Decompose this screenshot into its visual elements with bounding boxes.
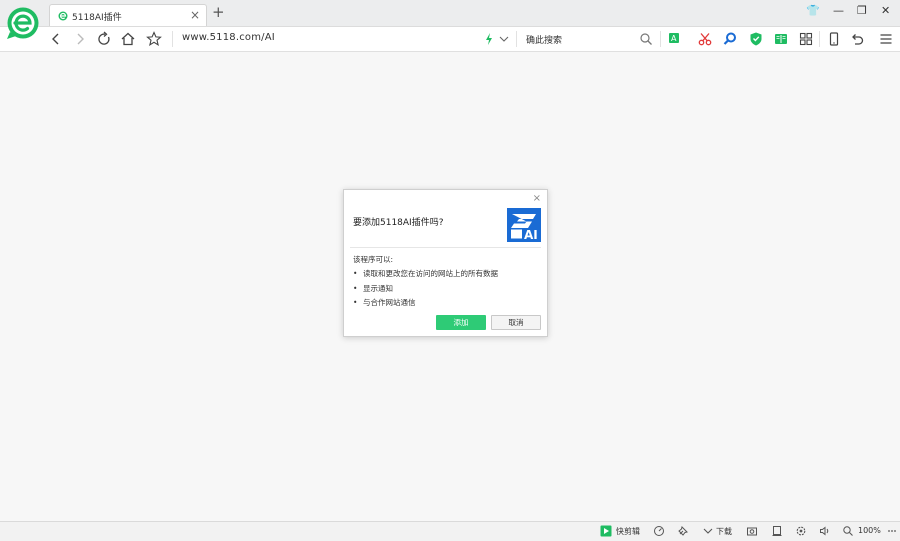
extensions-separator <box>660 31 661 47</box>
dialog-close-icon[interactable]: × <box>533 193 541 204</box>
5118ai-logo-icon: AI <box>507 208 541 242</box>
new-tab-button[interactable]: + <box>212 5 225 20</box>
close-window-button[interactable]: ✕ <box>881 5 890 17</box>
magnifier-tool-icon[interactable] <box>722 31 738 47</box>
tab-close-icon[interactable]: × <box>190 8 200 22</box>
tools-separator <box>819 31 820 47</box>
download-arrow-icon[interactable] <box>702 525 714 537</box>
apps-grid-icon[interactable] <box>798 31 814 47</box>
speed-icon[interactable] <box>653 525 665 537</box>
permission-item: • 读取和更改您在访问的网站上的所有数据 <box>353 268 498 279</box>
permission-text: 与合作网站通信 <box>363 298 416 307</box>
dialog-divider <box>350 247 541 248</box>
cancel-button[interactable]: 取消 <box>491 315 541 330</box>
download-label[interactable]: 下载 <box>716 526 732 537</box>
scissors-icon[interactable] <box>697 31 713 47</box>
search-separator <box>516 31 517 47</box>
back-icon[interactable] <box>48 31 64 47</box>
menu-icon[interactable] <box>878 31 894 47</box>
toolbar: www.5118.com/AI 确此搜索 A <box>0 27 900 52</box>
refresh-icon[interactable] <box>96 31 112 47</box>
tab-title: 5118AI插件 <box>72 13 122 23</box>
camera-icon[interactable] <box>746 525 758 537</box>
dialog-subheading: 该程序可以: <box>353 255 394 264</box>
tab-bar: 5118AI插件 × + 👕 — ❐ ✕ <box>0 0 900 39</box>
more-icon[interactable] <box>886 525 898 537</box>
bullet: • <box>353 284 358 293</box>
bullet: • <box>353 269 358 278</box>
toolbar-separator <box>172 31 173 47</box>
svg-text:AI: AI <box>524 228 538 242</box>
favicon-icon <box>58 11 68 21</box>
undo-icon[interactable] <box>849 31 865 47</box>
permission-item: • 显示通知 <box>353 283 393 294</box>
permission-text: 读取和更改您在访问的网站上的所有数据 <box>363 269 498 278</box>
home-icon[interactable] <box>120 31 136 47</box>
minimize-button[interactable]: — <box>833 5 844 17</box>
maximize-button[interactable]: ❐ <box>857 5 867 17</box>
skin-icon[interactable]: 👕 <box>806 5 820 17</box>
zoom-icon[interactable] <box>842 525 854 537</box>
svg-text:A: A <box>671 34 677 43</box>
permission-item: • 与合作网站通信 <box>353 297 416 308</box>
settings-icon[interactable] <box>795 525 807 537</box>
search-input[interactable]: 确此搜索 <box>526 33 562 46</box>
dialog-heading: 要添加5118AI插件吗? <box>353 218 444 228</box>
browser-logo-icon[interactable] <box>6 6 40 40</box>
pin-icon[interactable] <box>677 525 689 537</box>
reader-book-icon[interactable] <box>773 31 789 47</box>
add-button[interactable]: 添加 <box>436 315 486 330</box>
search-icon[interactable] <box>638 31 654 47</box>
status-bar: 快剪辑 下载 100% <box>0 521 900 541</box>
add-extension-dialog: × 要添加5118AI插件吗? AI 该程序可以: • 读取和更改您在访问的网站上… <box>343 189 548 337</box>
forward-icon[interactable] <box>72 31 88 47</box>
mobile-icon[interactable] <box>826 31 842 47</box>
lightning-icon[interactable] <box>481 31 497 47</box>
engine-dropdown-icon[interactable] <box>496 31 512 47</box>
translate-icon[interactable]: A <box>667 31 683 47</box>
sound-icon[interactable] <box>819 525 831 537</box>
bullet: • <box>353 298 358 307</box>
favorite-star-icon[interactable] <box>146 31 162 47</box>
permission-text: 显示通知 <box>363 284 393 293</box>
video-clip-icon[interactable] <box>600 525 612 537</box>
zoom-level[interactable]: 100% <box>858 526 881 535</box>
tab-active[interactable]: 5118AI插件 × <box>49 4 207 26</box>
window-icon[interactable] <box>771 525 783 537</box>
shield-icon[interactable] <box>748 31 764 47</box>
screenshot-label[interactable]: 快剪辑 <box>616 526 640 537</box>
address-bar[interactable]: www.5118.com/AI <box>182 32 275 43</box>
